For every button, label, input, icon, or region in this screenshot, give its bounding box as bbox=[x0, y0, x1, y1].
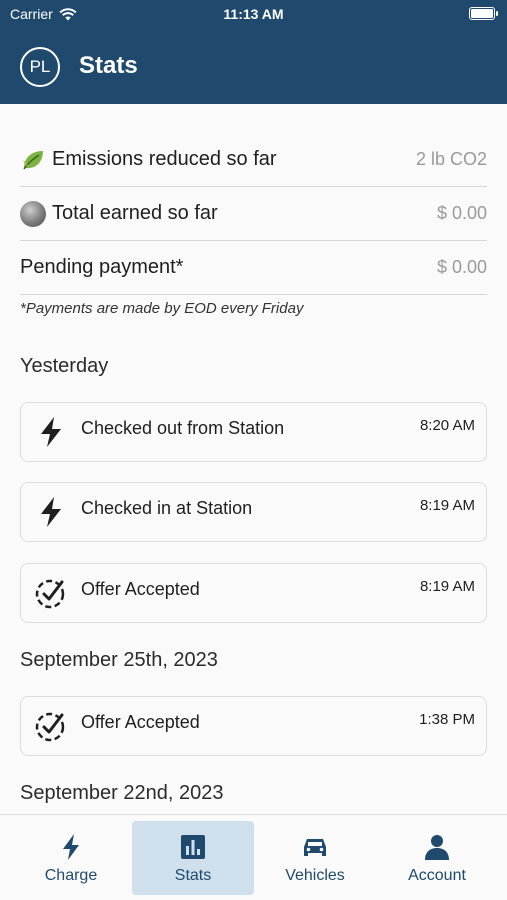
tab-label: Stats bbox=[174, 867, 212, 884]
tab-account[interactable]: Account bbox=[376, 821, 498, 895]
activity-card[interactable]: Checked in at Station 8:19 AM bbox=[20, 482, 487, 542]
tab-label: Account bbox=[408, 867, 466, 884]
section-title-yesterday: Yesterday bbox=[20, 355, 109, 377]
total-earned-label: Total earned so far bbox=[52, 202, 218, 224]
page-title: Stats bbox=[79, 52, 138, 79]
tab-charge[interactable]: Charge bbox=[10, 821, 132, 895]
app-logo: PL bbox=[20, 47, 60, 87]
activity-card[interactable]: Checked out from Station 8:20 AM bbox=[20, 402, 487, 462]
person-icon bbox=[425, 835, 449, 860]
pending-payment-row: Pending payment* $ 0.00 bbox=[20, 241, 487, 295]
pending-payment-label: Pending payment* bbox=[20, 256, 184, 278]
section-title-sep-22: September 22nd, 2023 bbox=[20, 782, 224, 804]
section-title-sep-25: September 25th, 2023 bbox=[20, 649, 218, 671]
logo-text: PL bbox=[29, 57, 51, 76]
emissions-label: Emissions reduced so far bbox=[52, 148, 277, 170]
battery-icon bbox=[469, 7, 498, 20]
activity-label: Offer Accepted bbox=[81, 712, 200, 732]
car-icon bbox=[304, 839, 326, 856]
activity-time: 8:20 AM bbox=[419, 417, 475, 434]
activity-time: 1:38 PM bbox=[419, 711, 475, 728]
lightning-bolt-icon bbox=[41, 497, 61, 527]
lightning-bolt-icon bbox=[63, 834, 79, 860]
lightning-bolt-icon bbox=[41, 417, 61, 447]
tab-label: Charge bbox=[44, 867, 98, 884]
status-bar: Carrier 11:13 AM bbox=[0, 0, 507, 30]
status-time: 11:13 AM bbox=[223, 6, 284, 22]
tab-label: Vehicles bbox=[285, 867, 345, 884]
activity-card[interactable]: Offer Accepted 1:38 PM bbox=[20, 696, 487, 756]
activity-label: Offer Accepted bbox=[81, 579, 200, 599]
pending-payment-value: $ 0.00 bbox=[436, 257, 487, 277]
bar-chart-icon bbox=[181, 835, 205, 859]
total-earned-row: Total earned so far $ 0.00 bbox=[20, 187, 487, 241]
bottom-tab-bar: Charge Stats Vehicles Account bbox=[0, 814, 507, 900]
payment-footnote: *Payments are made by EOD every Friday bbox=[20, 300, 304, 317]
activity-time: 8:19 AM bbox=[419, 578, 475, 595]
activity-label: Checked in at Station bbox=[81, 498, 253, 518]
emissions-value: 2 lb CO2 bbox=[415, 149, 487, 169]
check-circle-icon bbox=[35, 712, 65, 742]
total-earned-value: $ 0.00 bbox=[436, 203, 487, 223]
activity-card[interactable]: Offer Accepted 8:19 AM bbox=[20, 563, 487, 623]
tab-vehicles[interactable]: Vehicles bbox=[254, 821, 376, 895]
activity-time: 8:19 AM bbox=[419, 497, 475, 514]
stats-content[interactable]: Emissions reduced so far 2 lb CO2 Total … bbox=[0, 104, 507, 814]
check-circle-icon bbox=[35, 579, 65, 609]
leaf-icon bbox=[23, 150, 43, 169]
activity-label: Checked out from Station bbox=[81, 418, 285, 438]
emissions-row: Emissions reduced so far 2 lb CO2 bbox=[20, 133, 487, 187]
app-header: PL Stats bbox=[0, 30, 507, 104]
tab-stats[interactable]: Stats bbox=[132, 821, 254, 895]
coin-icon bbox=[20, 200, 46, 227]
